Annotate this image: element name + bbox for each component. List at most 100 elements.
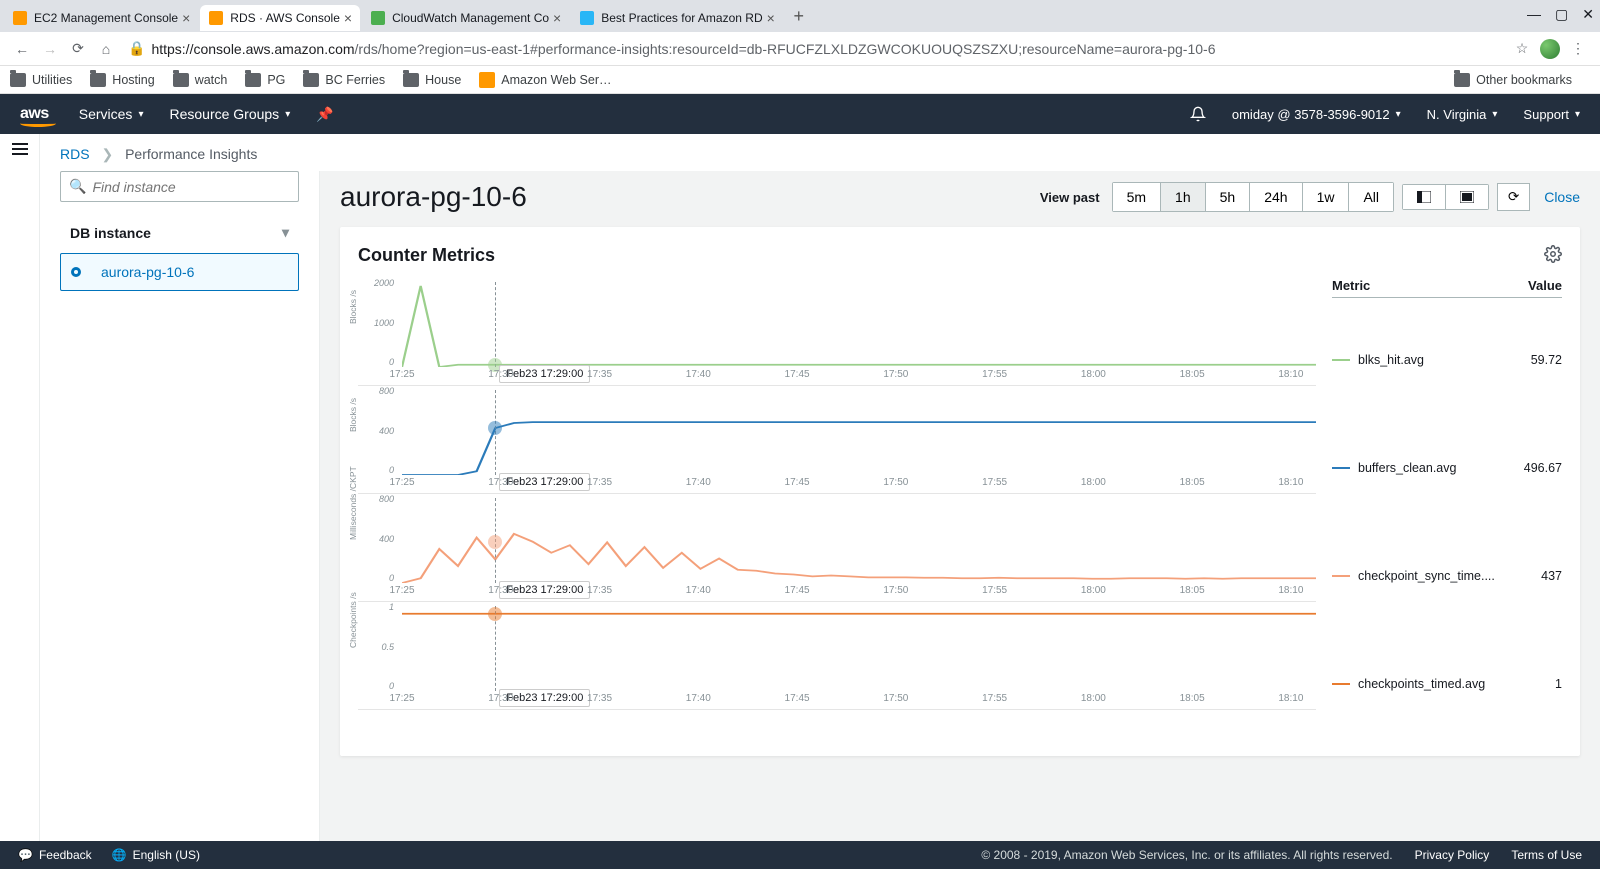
range-5m[interactable]: 5m (1112, 182, 1161, 212)
search-field[interactable] (92, 179, 290, 195)
legend-row-blks-hit-avg[interactable]: blks_hit.avg59.72 (1332, 306, 1562, 414)
time-controls: View past 5m1h5h24h1wAll ⟳ Close (1040, 182, 1580, 212)
lock-icon: 🔒 (128, 40, 145, 57)
folder-icon (303, 73, 319, 87)
region-menu[interactable]: N. Virginia (1427, 107, 1498, 122)
bookmark-bc-ferries[interactable]: BC Ferries (303, 73, 385, 87)
range-1h[interactable]: 1h (1160, 182, 1206, 212)
hamburger-icon (12, 148, 28, 150)
home-button[interactable]: ⌂ (92, 35, 120, 63)
tab-docs[interactable]: Best Practices for Amazon RD× (571, 5, 783, 31)
new-tab-button[interactable]: + (785, 2, 813, 30)
y-axis-label: Checkpoints /s (348, 592, 358, 648)
bookmark-utilities[interactable]: Utilities (10, 73, 72, 87)
radio-selected-icon (71, 267, 81, 277)
language-selector[interactable]: 🌐English (US) (112, 848, 200, 862)
doc-icon (579, 10, 595, 26)
feedback-link[interactable]: 💬Feedback (18, 848, 92, 862)
aws-icon (479, 72, 495, 88)
privacy-link[interactable]: Privacy Policy (1415, 848, 1490, 862)
close-icon[interactable]: × (767, 10, 775, 26)
other-bookmarks[interactable]: Other bookmarks (1454, 73, 1572, 87)
minimize-button[interactable]: — (1527, 6, 1541, 23)
legend-row-buffers-clean-avg[interactable]: buffers_clean.avg496.67 (1332, 414, 1562, 522)
close-window-button[interactable]: ✕ (1582, 6, 1594, 23)
profile-avatar[interactable] (1536, 39, 1564, 59)
layout-split-button[interactable] (1402, 184, 1446, 210)
bookmark-house[interactable]: House (403, 73, 461, 87)
plot-area (402, 390, 1316, 475)
forward-button[interactable]: → (36, 35, 64, 63)
bookmarks-bar: Utilities Hosting watch PG BC Ferries House A… (0, 66, 1600, 94)
tab-ec2[interactable]: EC2 Management Console× (4, 5, 198, 31)
close-link[interactable]: Close (1544, 189, 1580, 205)
chat-icon: 💬 (18, 848, 33, 862)
x-axis: 17:2517:3017:3517:4017:4517:5017:5518:00… (402, 477, 1316, 493)
aws-console-header: aws Services Resource Groups 📌 omiday @ … (0, 94, 1600, 134)
page-title: aurora-pg-10-6 (340, 181, 527, 213)
bookmark-pg[interactable]: PG (245, 73, 285, 87)
aws-logo[interactable]: aws (20, 105, 49, 123)
url-input[interactable]: 🔒 https://console.aws.amazon.com/rds/hom… (128, 35, 1500, 63)
legend-row-checkpoint-sync-time-[interactable]: checkpoint_sync_time....437 (1332, 522, 1562, 630)
console-footer: 💬Feedback 🌐English (US) © 2008 - 2019, A… (0, 841, 1600, 869)
bookmark-hosting[interactable]: Hosting (90, 73, 154, 87)
chart-checkpoint-sync-time[interactable]: 8004000Milliseconds /CKPTFeb23 17:29:001… (358, 494, 1316, 602)
folder-icon (90, 73, 106, 87)
y-axis: 200010000 (358, 278, 394, 367)
aws-icon (12, 10, 28, 26)
close-icon[interactable]: × (344, 10, 352, 26)
maximize-button[interactable]: ▢ (1555, 6, 1568, 23)
support-menu[interactable]: Support (1523, 107, 1580, 122)
bookmark-watch[interactable]: watch (173, 73, 228, 87)
refresh-button[interactable]: ⟳ (1497, 183, 1530, 211)
terms-link[interactable]: Terms of Use (1511, 848, 1582, 862)
window-controls: — ▢ ✕ (1527, 6, 1594, 23)
range-5h[interactable]: 5h (1205, 182, 1251, 212)
range-24h[interactable]: 24h (1249, 182, 1302, 212)
services-menu[interactable]: Services (79, 106, 144, 122)
x-axis: 17:2517:3017:3517:4017:4517:5017:5518:00… (402, 585, 1316, 601)
folder-icon (1454, 73, 1470, 87)
copyright: © 2008 - 2019, Amazon Web Services, Inc.… (981, 848, 1392, 862)
cloudwatch-icon (370, 10, 386, 26)
bookmark-aws[interactable]: Amazon Web Ser… (479, 72, 611, 88)
range-All[interactable]: All (1348, 182, 1394, 212)
chart-buffers-clean-avg[interactable]: 8004000Blocks /sFeb23 17:29:0017:2517:30… (358, 386, 1316, 494)
reload-button[interactable]: ⟳ (64, 35, 92, 63)
legend-row-checkpoints-timed-avg[interactable]: checkpoints_timed.avg1 (1332, 630, 1562, 738)
x-axis: 17:2517:3017:3517:4017:4517:5017:5518:00… (402, 693, 1316, 709)
chevron-right-icon: ❯ (101, 146, 113, 162)
nav-toggle[interactable] (0, 134, 40, 841)
menu-button[interactable]: ⋮ (1564, 40, 1592, 57)
legend-swatch (1332, 467, 1350, 469)
account-menu[interactable]: omiday @ 3578-3596-9012 (1232, 107, 1401, 122)
notifications-icon[interactable] (1190, 106, 1206, 122)
tab-cloudwatch[interactable]: CloudWatch Management Co× (362, 5, 569, 31)
tab-rds[interactable]: RDS · AWS Console× (200, 5, 360, 31)
breadcrumb-current: Performance Insights (125, 146, 257, 162)
layout-full-button[interactable] (1445, 184, 1489, 210)
close-icon[interactable]: × (553, 10, 561, 26)
instance-item-aurora[interactable]: aurora-pg-10-6 (60, 253, 299, 291)
resource-groups-menu[interactable]: Resource Groups (169, 106, 290, 122)
chart-checkpoints-timed-avg[interactable]: 10.50Checkpoints /sFeb23 17:29:0017:2517… (358, 602, 1316, 710)
legend-value-header: Value (1528, 278, 1562, 293)
star-icon[interactable]: ☆ (1508, 40, 1536, 57)
y-axis-label: Blocks /s (348, 289, 358, 323)
address-bar: ← → ⟳ ⌂ 🔒 https://console.aws.amazon.com… (0, 32, 1600, 66)
db-instance-header[interactable]: DB instance ▾ (60, 212, 299, 253)
counter-metrics-card: Counter Metrics 200010000Blocks /sFeb23 … (340, 227, 1580, 756)
view-past-label: View past (1040, 190, 1100, 205)
legend-swatch (1332, 359, 1350, 361)
back-button[interactable]: ← (8, 35, 36, 63)
chart-blks-hit-avg[interactable]: 200010000Blocks /sFeb23 17:29:0017:2517:… (358, 278, 1316, 386)
range-1w[interactable]: 1w (1302, 182, 1350, 212)
pin-icon[interactable]: 📌 (316, 106, 333, 123)
breadcrumb-rds[interactable]: RDS (60, 146, 90, 162)
search-input[interactable]: 🔍 (60, 171, 299, 202)
y-axis: 10.50 (358, 602, 394, 691)
gear-icon[interactable] (1544, 245, 1562, 266)
close-icon[interactable]: × (182, 10, 190, 26)
legend-swatch (1332, 575, 1350, 577)
